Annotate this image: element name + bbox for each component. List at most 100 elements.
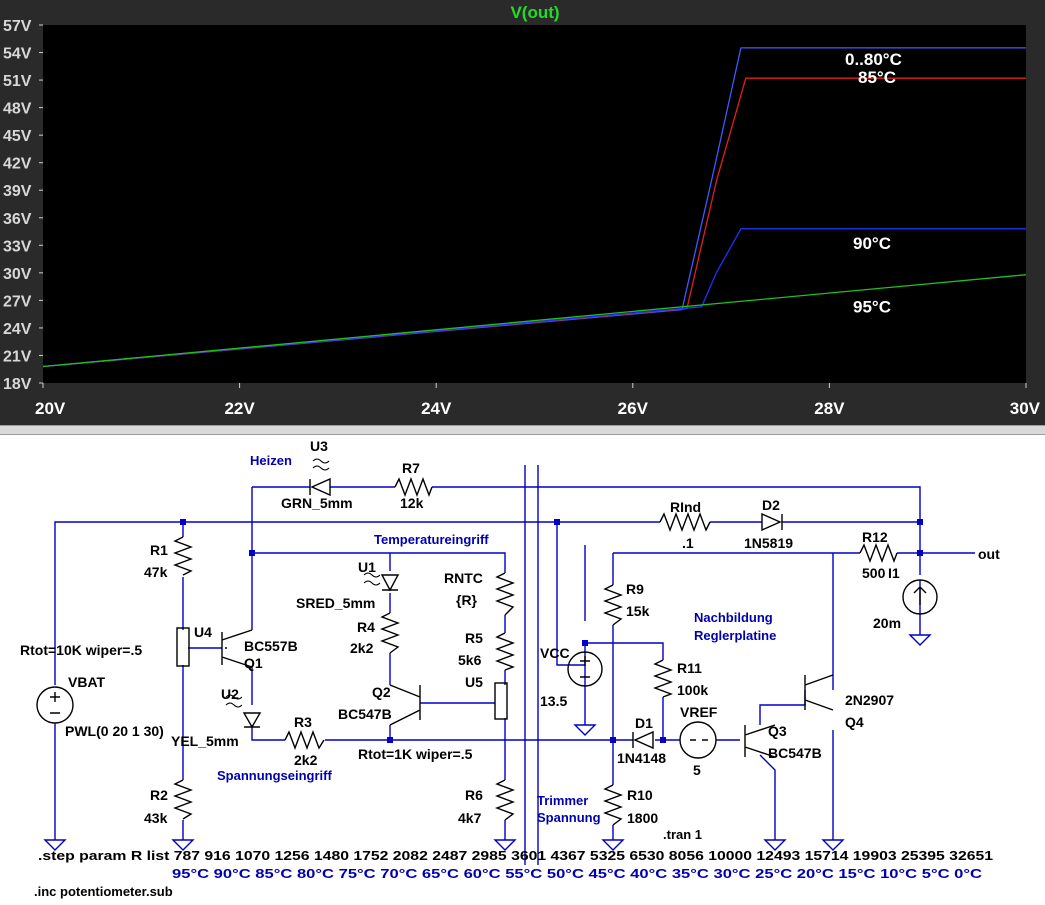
label-r11-value[interactable]: 100k bbox=[677, 682, 708, 698]
resistor-r1[interactable] bbox=[173, 536, 193, 576]
resistor-r2[interactable] bbox=[173, 779, 193, 820]
note-trimmer[interactable]: Trimmer bbox=[537, 793, 588, 808]
directive-tran[interactable]: .tran 1 bbox=[663, 827, 702, 842]
label-q3[interactable]: Q3 bbox=[768, 723, 787, 739]
label-d2[interactable]: D2 bbox=[762, 497, 780, 513]
label-i1[interactable]: I1 bbox=[888, 565, 900, 581]
note-nachbildung[interactable]: Nachbildung bbox=[694, 610, 773, 625]
label-rtot10k[interactable]: Rtot=10K wiper=.5 bbox=[20, 642, 142, 658]
label-2n2907[interactable]: 2N2907 bbox=[845, 692, 894, 708]
waveform-viewer[interactable]: V(out) 57V 54V 51V 48V 45V 42V 39V 36V 33V 30V 27V… bbox=[0, 0, 1045, 425]
potentiometer-u5[interactable] bbox=[494, 682, 508, 720]
label-vcc[interactable]: VCC bbox=[540, 645, 570, 661]
spice-directives: .tran 1 .step param R list 787 916 1070 … bbox=[34, 827, 993, 899]
note-temperature-list[interactable]: 95°C 90°C 85°C 80°C 75°C 70°C 65°C 60°C … bbox=[172, 866, 983, 881]
label-r1[interactable]: R1 bbox=[150, 542, 168, 558]
transistor-q4[interactable] bbox=[804, 674, 834, 711]
label-r12-value[interactable]: 500 bbox=[862, 565, 886, 581]
diode-d1[interactable] bbox=[632, 730, 654, 750]
label-sred[interactable]: SRED_5mm bbox=[296, 595, 375, 611]
resistor-r12[interactable] bbox=[859, 543, 898, 563]
label-q4[interactable]: Q4 bbox=[845, 714, 864, 730]
source-vref[interactable] bbox=[679, 721, 717, 759]
label-d2-value[interactable]: 1N5819 bbox=[744, 535, 793, 551]
label-rntc-value[interactable]: {R} bbox=[456, 592, 478, 608]
label-pwl[interactable]: PWL(0 20 1 30) bbox=[65, 723, 164, 739]
label-r2[interactable]: R2 bbox=[150, 787, 168, 803]
label-rind-value[interactable]: .1 bbox=[682, 535, 694, 551]
label-r4-value[interactable]: 2k2 bbox=[350, 640, 374, 656]
label-vbat[interactable]: VBAT bbox=[68, 674, 106, 690]
label-vcc-value[interactable]: 13.5 bbox=[540, 693, 567, 709]
label-r1-value[interactable]: 47k bbox=[144, 564, 168, 580]
resistor-r11[interactable] bbox=[653, 659, 673, 698]
directive-step[interactable]: .step param R list 787 916 1070 1256 148… bbox=[38, 848, 993, 863]
y-tick-label: 42V bbox=[3, 156, 32, 173]
resistor-rntc[interactable] bbox=[495, 572, 515, 616]
resistor-rind[interactable] bbox=[659, 512, 711, 532]
resistor-r3[interactable] bbox=[284, 730, 325, 750]
resistor-r9[interactable] bbox=[603, 584, 623, 626]
label-r3[interactable]: R3 bbox=[294, 714, 312, 730]
label-r5[interactable]: R5 bbox=[465, 630, 483, 646]
note-heizen[interactable]: Heizen bbox=[250, 453, 292, 468]
label-q2[interactable]: Q2 bbox=[372, 684, 391, 700]
label-yel[interactable]: YEL_5mm bbox=[171, 733, 239, 749]
pane-splitter[interactable] bbox=[0, 425, 1045, 435]
y-tick-label: 24V bbox=[3, 321, 32, 338]
resistor-r5[interactable] bbox=[495, 632, 515, 671]
led-u1[interactable] bbox=[380, 574, 400, 592]
label-vref[interactable]: VREF bbox=[680, 704, 718, 720]
diode-d2[interactable] bbox=[761, 512, 783, 532]
resistor-r4[interactable] bbox=[380, 612, 400, 654]
label-u3[interactable]: U3 bbox=[310, 438, 328, 454]
label-r5-value[interactable]: 5k6 bbox=[458, 652, 482, 668]
label-d1[interactable]: D1 bbox=[635, 715, 653, 731]
label-rind[interactable]: RInd bbox=[670, 499, 701, 515]
label-r7[interactable]: R7 bbox=[402, 460, 420, 476]
note-spannungseingriff[interactable]: Spannungseingriff bbox=[217, 768, 333, 783]
note-spannung[interactable]: Spannung bbox=[537, 810, 601, 825]
label-u4[interactable]: U4 bbox=[194, 624, 212, 640]
label-r9-value[interactable]: 15k bbox=[626, 603, 650, 619]
resistor-r7[interactable] bbox=[394, 477, 433, 497]
label-grn[interactable]: GRN_5mm bbox=[281, 495, 353, 511]
resistor-r10[interactable] bbox=[603, 784, 623, 826]
label-d1-value[interactable]: 1N4148 bbox=[617, 750, 666, 766]
label-bc547b-q2[interactable]: BC547B bbox=[338, 706, 392, 722]
label-r3-value[interactable]: 2k2 bbox=[294, 752, 318, 768]
label-vref-value[interactable]: 5 bbox=[693, 762, 701, 778]
label-q1[interactable]: Q1 bbox=[244, 655, 263, 671]
led-u3[interactable] bbox=[309, 477, 331, 497]
label-u2[interactable]: U2 bbox=[221, 686, 239, 702]
label-r10-value[interactable]: 1800 bbox=[627, 810, 658, 826]
label-r4[interactable]: R4 bbox=[357, 619, 375, 635]
trace-title[interactable]: V(out) bbox=[510, 3, 559, 22]
schematic-editor[interactable]: Heizen Temperatureingriff Nachbildung Re… bbox=[0, 435, 1045, 905]
label-r10[interactable]: R10 bbox=[627, 787, 653, 803]
label-r6-value[interactable]: 4k7 bbox=[458, 810, 482, 826]
components bbox=[36, 458, 938, 840]
label-i1-value[interactable]: 20m bbox=[873, 615, 901, 631]
label-u5[interactable]: U5 bbox=[465, 674, 483, 690]
note-temperatureingriff[interactable]: Temperatureingriff bbox=[374, 532, 489, 547]
led-u2[interactable] bbox=[242, 712, 262, 729]
directive-inc[interactable]: .inc potentiometer.sub bbox=[34, 884, 173, 899]
potentiometer-u4[interactable] bbox=[176, 627, 190, 667]
label-bc557b[interactable]: BC557B bbox=[244, 638, 298, 654]
label-r12[interactable]: R12 bbox=[862, 529, 888, 545]
label-rtot1k[interactable]: Rtot=1K wiper=.5 bbox=[358, 746, 473, 762]
x-tick-label: 22V bbox=[224, 399, 255, 418]
label-out[interactable]: out bbox=[978, 546, 1000, 562]
label-r2-value[interactable]: 43k bbox=[144, 810, 168, 826]
label-r7-value[interactable]: 12k bbox=[400, 495, 424, 511]
transistor-q2[interactable] bbox=[389, 684, 421, 726]
label-rntc[interactable]: RNTC bbox=[444, 570, 483, 586]
label-u1[interactable]: U1 bbox=[358, 559, 376, 575]
label-r9[interactable]: R9 bbox=[626, 581, 644, 597]
label-bc547b-q3[interactable]: BC547B bbox=[768, 745, 822, 761]
note-reglerplatine[interactable]: Reglerplatine bbox=[694, 628, 776, 643]
label-r11[interactable]: R11 bbox=[677, 660, 702, 676]
label-r6[interactable]: R6 bbox=[465, 787, 483, 803]
resistor-r6[interactable] bbox=[495, 779, 515, 821]
